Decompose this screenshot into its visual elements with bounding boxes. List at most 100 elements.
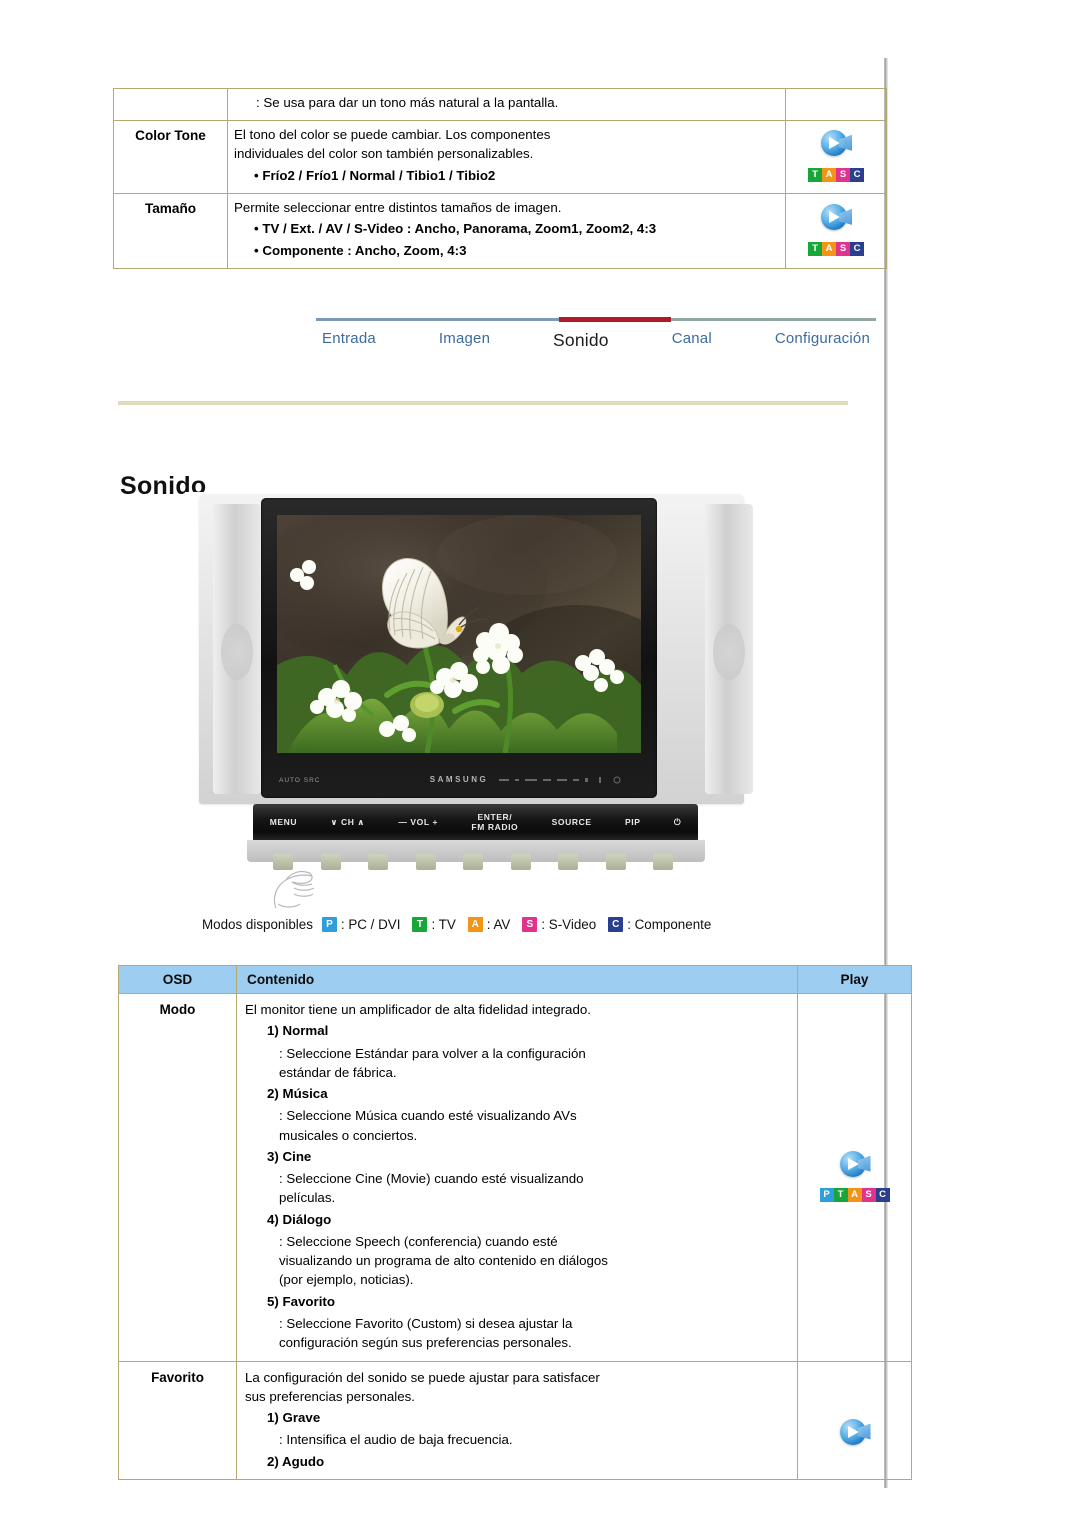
section-divider bbox=[118, 401, 848, 405]
monitor-control-labels: MENU ∨ CH ∧ — VOL + ENTER/ FM RADIO SOUR… bbox=[253, 804, 698, 842]
butterfly-photo bbox=[277, 515, 641, 753]
channel-buttons[interactable]: ∨ CH ∧ bbox=[331, 817, 365, 828]
peg bbox=[368, 854, 388, 870]
enter-fm-radio-button[interactable]: ENTER/ FM RADIO bbox=[471, 812, 518, 833]
content-line: La configuración del sonido se puede aju… bbox=[245, 1369, 600, 1385]
row-play: T A S C bbox=[785, 119, 887, 194]
peg bbox=[653, 854, 673, 870]
speaker-cone-icon bbox=[221, 624, 253, 680]
content-line: : Se usa para dar un tono más natural a … bbox=[256, 95, 559, 110]
power-button[interactable]: ⏻ bbox=[674, 817, 681, 828]
content-subline: visualizando un programa de alto conteni… bbox=[279, 1253, 608, 1269]
legend-item-pc-dvi: P : PC / DVI bbox=[321, 917, 401, 932]
mode-tag-svideo: S bbox=[836, 167, 850, 182]
legend-item-componente: C : Componente bbox=[608, 917, 711, 932]
menu-button[interactable]: MENU bbox=[270, 817, 297, 828]
play-triangle-icon bbox=[847, 1157, 859, 1170]
content-subline: : Seleccione Favorito (Custom) si desea … bbox=[279, 1315, 573, 1331]
table-row: Tamaño Permite seleccionar entre distint… bbox=[113, 192, 887, 270]
peg bbox=[605, 854, 626, 870]
legend-item-label: : PC / DVI bbox=[340, 917, 401, 932]
content-subheading: 5) Favorito bbox=[267, 1293, 335, 1309]
bezel-indicator-dots bbox=[499, 776, 621, 784]
volume-buttons[interactable]: — VOL + bbox=[398, 817, 438, 828]
mode-tag-av: A bbox=[847, 1187, 862, 1202]
content-line: Permite seleccionar entre distintos tama… bbox=[234, 199, 562, 215]
top-table-body: : Se usa para dar un tono más natural a … bbox=[113, 88, 887, 270]
legend-item-label: : S-Video bbox=[541, 917, 597, 932]
tab-list: Entrada Imagen Sonido Canal Configuració… bbox=[316, 328, 876, 353]
mode-tag-svideo: S bbox=[861, 1187, 876, 1202]
row-label-tamano: Tamaño bbox=[113, 192, 228, 270]
row-play: T A S C bbox=[785, 192, 887, 270]
row-label-modo: Modo bbox=[118, 993, 237, 1362]
mode-tag-row: T A S C bbox=[792, 167, 880, 182]
row-content: La configuración del sonido se puede aju… bbox=[236, 1360, 798, 1480]
left-speaker bbox=[213, 504, 261, 794]
content-subheading: 1) Normal bbox=[267, 1023, 329, 1039]
document-page: : Se usa para dar un tono más natural a … bbox=[0, 0, 1080, 1528]
tab-rule bbox=[316, 317, 876, 322]
row-play bbox=[797, 1360, 912, 1480]
tab-canal[interactable]: Canal bbox=[666, 328, 718, 349]
legend-item-tv: T : TV bbox=[412, 917, 456, 932]
tab-active-underline bbox=[559, 317, 671, 322]
image-settings-table: : Se usa para dar un tono más natural a … bbox=[113, 88, 887, 270]
monitor-illustration: AUTO SRC SAMSUNG MENU ∨ CH ∧ — VOL + ENT… bbox=[185, 492, 795, 909]
source-button[interactable]: SOURCE bbox=[552, 817, 592, 828]
tab-configuracion[interactable]: Configuración bbox=[769, 328, 876, 349]
speaker-play-icon bbox=[838, 1150, 872, 1181]
column-header-osd: OSD bbox=[118, 965, 237, 994]
table-row: : Se usa para dar un tono más natural a … bbox=[113, 88, 887, 121]
legend-item-label: : TV bbox=[431, 917, 456, 932]
mode-tag-pc: P bbox=[819, 1187, 834, 1202]
monitor-bezel: AUTO SRC SAMSUNG bbox=[261, 498, 657, 798]
row-label-color-tone: Color Tone bbox=[113, 119, 228, 194]
content-subheading: 1) Grave bbox=[267, 1410, 321, 1426]
mode-tag-componente: C bbox=[850, 167, 864, 182]
column-header-contenido: Contenido bbox=[236, 965, 798, 994]
content-bullet: • Componente : Ancho, Zoom, 4:3 bbox=[254, 243, 467, 259]
legend-item-av: A : AV bbox=[467, 917, 511, 932]
mode-tag-pc-icon: P bbox=[321, 917, 337, 932]
play-triangle-icon bbox=[829, 136, 840, 149]
monitor-control-bar: MENU ∨ CH ∧ — VOL + ENTER/ FM RADIO SOUR… bbox=[253, 804, 698, 842]
content-line: sus preferencias personales. bbox=[245, 1388, 415, 1404]
legend-item-label: : Componente bbox=[627, 917, 712, 932]
content-subheading: 2) Música bbox=[267, 1086, 328, 1102]
legend-item-svideo: S : S-Video bbox=[522, 917, 596, 932]
content-subheading: 2) Agudo bbox=[267, 1453, 325, 1469]
row-content: El tono del color se puede cambiar. Los … bbox=[227, 119, 786, 194]
row-label bbox=[113, 88, 228, 121]
mode-tag-componente: C bbox=[875, 1187, 890, 1202]
mode-tag-componente: C bbox=[850, 241, 864, 256]
table-row: Modo El monitor tiene un amplificador de… bbox=[118, 993, 912, 1362]
content-line: El monitor tiene un amplificador de alta… bbox=[245, 1002, 591, 1017]
legend-item-label: : AV bbox=[486, 917, 511, 932]
tab-imagen[interactable]: Imagen bbox=[433, 328, 496, 349]
play-triangle-icon bbox=[847, 1425, 859, 1438]
tab-entrada[interactable]: Entrada bbox=[316, 328, 382, 349]
pip-button[interactable]: PIP bbox=[625, 817, 641, 828]
mode-tag-row: T A S C bbox=[792, 241, 880, 256]
right-speaker bbox=[705, 504, 753, 794]
content-subline: películas. bbox=[279, 1190, 336, 1206]
monitor-peg-row bbox=[273, 854, 673, 870]
tab-sonido[interactable]: Sonido bbox=[547, 328, 615, 353]
mode-tag-tv-icon: T bbox=[412, 917, 428, 932]
mode-tag-svideo: S bbox=[836, 241, 850, 256]
content-subline: musicales o conciertos. bbox=[279, 1127, 418, 1143]
content-bullet: • Frío2 / Frío1 / Normal / Tibio1 / Tibi… bbox=[254, 167, 496, 183]
row-play: P T A S C bbox=[797, 993, 912, 1362]
mode-tag-tv: T bbox=[833, 1187, 848, 1202]
content-subline: : Seleccione Música cuando esté visualiz… bbox=[279, 1108, 577, 1124]
available-modes-legend: Modos disponibles P : PC / DVI T : TV A … bbox=[202, 917, 723, 932]
play-triangle-icon bbox=[829, 210, 840, 223]
mode-tag-tv: T bbox=[808, 167, 822, 182]
tab-rule-right bbox=[671, 318, 876, 321]
content-subline: estándar de fábrica. bbox=[279, 1064, 397, 1080]
osd-table-body: Modo El monitor tiene un amplificador de… bbox=[118, 993, 912, 1480]
speaker-play-icon bbox=[819, 203, 853, 234]
row-content: El monitor tiene un amplificador de alta… bbox=[236, 993, 798, 1362]
monitor-screen bbox=[277, 515, 641, 753]
